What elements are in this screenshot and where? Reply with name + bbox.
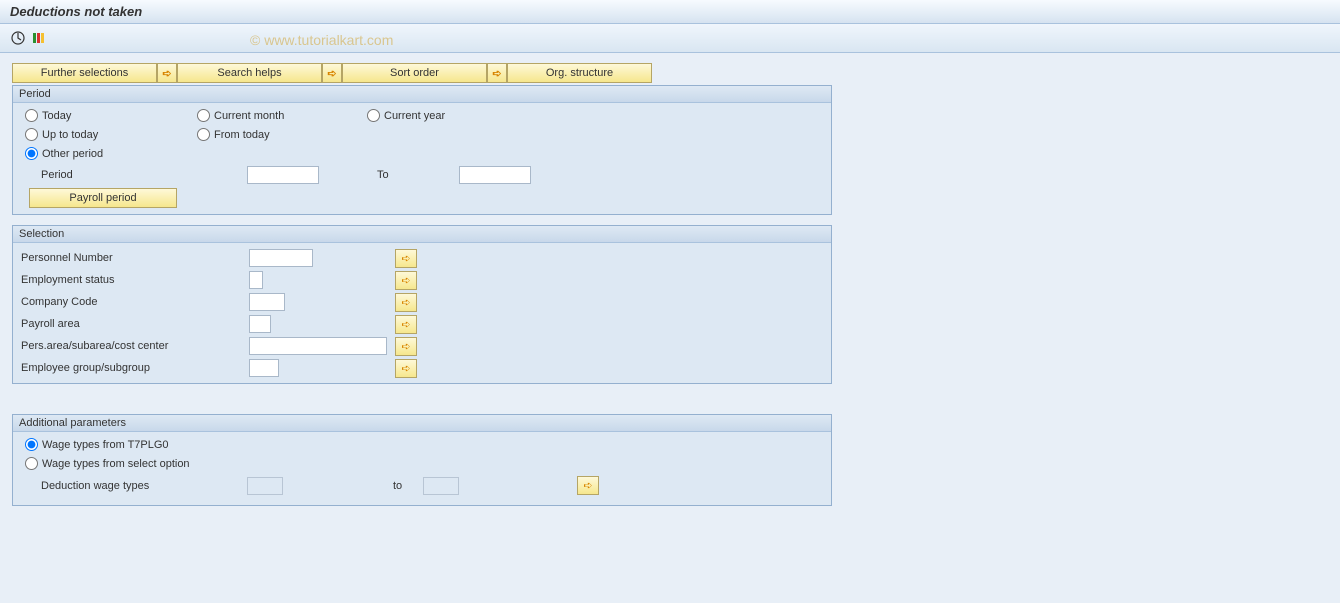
radio-current-month[interactable]: Current month bbox=[197, 109, 367, 122]
employee-group-label: Employee group/subgroup bbox=[19, 362, 249, 374]
arrow-right-icon: ➪ bbox=[583, 479, 592, 492]
period-from-input[interactable] bbox=[247, 166, 319, 184]
pers-area-label: Pers.area/subarea/cost center bbox=[19, 340, 249, 352]
arrow-right-icon: ➪ bbox=[401, 362, 410, 375]
personnel-number-input[interactable] bbox=[249, 249, 313, 267]
selection-buttons-row: Further selections ➪ Search helps ➪ Sort… bbox=[12, 63, 1328, 83]
deduction-multi-button[interactable]: ➪ bbox=[577, 476, 599, 495]
search-helps-arrow[interactable]: ➪ bbox=[157, 63, 177, 83]
execute-icon[interactable] bbox=[10, 30, 26, 46]
pers-area-input[interactable] bbox=[249, 337, 387, 355]
app-toolbar bbox=[0, 24, 1340, 53]
employment-status-input[interactable] bbox=[249, 271, 263, 289]
org-structure-button[interactable]: Org. structure bbox=[507, 63, 652, 83]
payroll-area-multi-button[interactable]: ➪ bbox=[395, 315, 417, 334]
deduction-label: Deduction wage types bbox=[25, 480, 247, 492]
deduction-to-input bbox=[423, 477, 459, 495]
arrow-right-icon: ➪ bbox=[492, 67, 501, 80]
content-area: Further selections ➪ Search helps ➪ Sort… bbox=[0, 53, 1340, 526]
company-code-input[interactable] bbox=[249, 293, 285, 311]
radio-current-year[interactable]: Current year bbox=[367, 109, 522, 122]
org-structure-arrow[interactable]: ➪ bbox=[487, 63, 507, 83]
arrow-right-icon: ➪ bbox=[327, 67, 336, 80]
personnel-number-multi-button[interactable]: ➪ bbox=[395, 249, 417, 268]
variant-icon[interactable] bbox=[30, 30, 46, 46]
company-code-label: Company Code bbox=[19, 296, 249, 308]
deduction-to-label: to bbox=[283, 480, 423, 492]
period-groupbox: Period Today Current month Current year … bbox=[12, 85, 832, 215]
period-to-label: To bbox=[319, 169, 459, 181]
employee-group-multi-button[interactable]: ➪ bbox=[395, 359, 417, 378]
pers-area-multi-button[interactable]: ➪ bbox=[395, 337, 417, 356]
arrow-right-icon: ➪ bbox=[401, 274, 410, 287]
radio-wage-t7plg0[interactable]: Wage types from T7PLG0 bbox=[25, 438, 169, 451]
period-label: Period bbox=[25, 169, 247, 181]
search-helps-button[interactable]: Search helps bbox=[177, 63, 322, 83]
selection-header: Selection bbox=[13, 226, 831, 243]
additional-groupbox: Additional parameters Wage types from T7… bbox=[12, 414, 832, 506]
further-selections-button[interactable]: Further selections bbox=[12, 63, 157, 83]
arrow-right-icon: ➪ bbox=[401, 318, 410, 331]
arrow-right-icon: ➪ bbox=[401, 296, 410, 309]
payroll-area-label: Payroll area bbox=[19, 318, 249, 330]
page-title: Deductions not taken bbox=[0, 0, 1340, 24]
period-to-input[interactable] bbox=[459, 166, 531, 184]
arrow-right-icon: ➪ bbox=[401, 252, 410, 265]
employment-status-label: Employment status bbox=[19, 274, 249, 286]
selection-groupbox: Selection Personnel Number ➪ Employment … bbox=[12, 225, 832, 384]
radio-other-period[interactable]: Other period bbox=[25, 147, 197, 160]
radio-wage-select[interactable]: Wage types from select option bbox=[25, 457, 190, 470]
additional-header: Additional parameters bbox=[13, 415, 831, 432]
deduction-from-input bbox=[247, 477, 283, 495]
period-header: Period bbox=[13, 86, 831, 103]
radio-up-to-today[interactable]: Up to today bbox=[25, 128, 197, 141]
sort-order-button[interactable]: Sort order bbox=[342, 63, 487, 83]
employee-group-input[interactable] bbox=[249, 359, 279, 377]
payroll-area-input[interactable] bbox=[249, 315, 271, 333]
personnel-number-label: Personnel Number bbox=[19, 252, 249, 264]
arrow-right-icon: ➪ bbox=[401, 340, 410, 353]
radio-today[interactable]: Today bbox=[25, 109, 197, 122]
sort-order-arrow[interactable]: ➪ bbox=[322, 63, 342, 83]
employment-status-multi-button[interactable]: ➪ bbox=[395, 271, 417, 290]
radio-from-today[interactable]: From today bbox=[197, 128, 367, 141]
payroll-period-button[interactable]: Payroll period bbox=[29, 188, 177, 208]
company-code-multi-button[interactable]: ➪ bbox=[395, 293, 417, 312]
arrow-right-icon: ➪ bbox=[162, 67, 171, 80]
